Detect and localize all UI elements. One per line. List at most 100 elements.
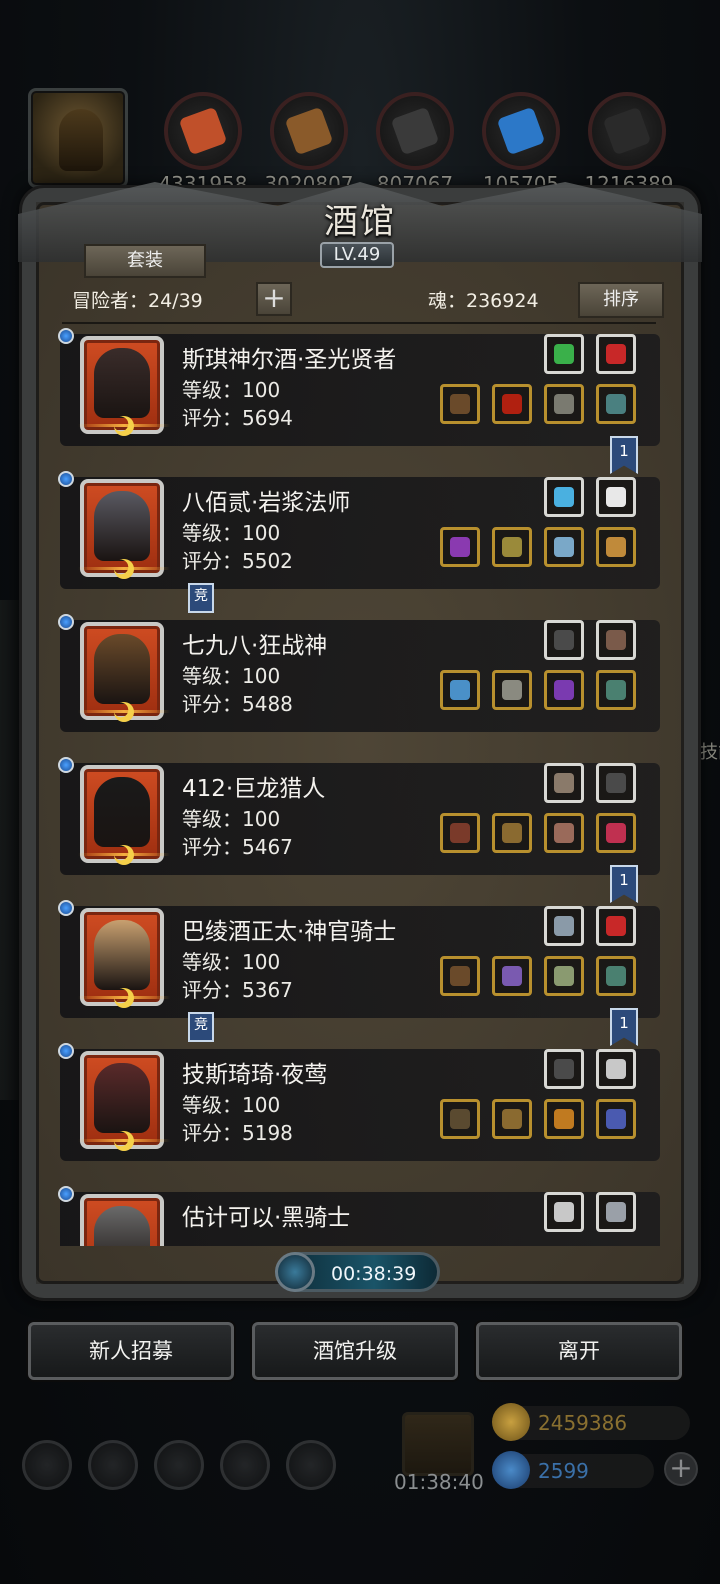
resource-crystal-icon[interactable] xyxy=(482,92,560,170)
upgrade-tavern-button[interactable]: 酒馆升级 xyxy=(252,1322,458,1380)
equipment-slot[interactable] xyxy=(596,763,636,803)
clock-icon xyxy=(275,1252,315,1292)
equipment-slot[interactable] xyxy=(440,527,480,567)
equipment-slot[interactable] xyxy=(596,477,636,517)
hero-row[interactable]: 估计可以·黑骑士 xyxy=(56,1186,666,1246)
hero-level: 等级：100 xyxy=(182,1093,281,1117)
leave-button[interactable]: 离开 xyxy=(476,1322,682,1380)
equipment-slot[interactable] xyxy=(544,334,584,374)
hero-name: 斯琪神尔酒·圣光贤者 xyxy=(182,347,397,373)
hero-row[interactable]: 412·巨龙猎人 等级：100 评分：5467 1 xyxy=(56,757,666,903)
equipment-slot[interactable] xyxy=(596,1099,636,1139)
hero-row[interactable]: 七九八·狂战神 等级：100 评分：5488 xyxy=(56,614,666,744)
equipment-slot[interactable] xyxy=(544,906,584,946)
equipment-slot[interactable] xyxy=(596,527,636,567)
equipment-slot[interactable] xyxy=(596,906,636,946)
suit-button[interactable]: 套装 xyxy=(84,244,206,278)
blue-crystal-icon xyxy=(496,106,546,156)
hero-row[interactable]: 技斯琦琦·夜莺 等级：100 评分：5198 xyxy=(56,1043,666,1173)
equipment-slot[interactable] xyxy=(440,1099,480,1139)
hero-avatar[interactable] xyxy=(78,1051,170,1151)
equipment-slot[interactable] xyxy=(544,527,584,567)
star-menu-icon[interactable] xyxy=(88,1440,138,1490)
equipment-slot[interactable] xyxy=(492,813,532,853)
gem-value: 2599 xyxy=(538,1459,589,1483)
equipment-slot[interactable] xyxy=(596,620,636,660)
player-portrait[interactable] xyxy=(28,88,128,188)
resource-iron-icon[interactable] xyxy=(376,92,454,170)
settings-gear-icon[interactable] xyxy=(22,1440,72,1490)
gear-item-icon xyxy=(606,823,626,843)
gear-item-icon xyxy=(450,966,470,986)
resource-hood-icon[interactable] xyxy=(164,92,242,170)
crescent-moon-icon xyxy=(114,1131,134,1151)
resource-ingot-icon[interactable] xyxy=(588,92,666,170)
equipment-slot[interactable] xyxy=(492,956,532,996)
book-icon[interactable] xyxy=(220,1440,270,1490)
gold-counter: 2459386 xyxy=(492,1403,690,1441)
add-currency-button[interactable]: + xyxy=(664,1452,698,1486)
gear-item-icon xyxy=(606,1202,626,1222)
hero-row[interactable]: 巴绫酒正太·神官骑士 等级：100 评分：5367 1 竞 xyxy=(56,900,666,1046)
equipment-slot[interactable] xyxy=(492,384,532,424)
equipment-slot[interactable] xyxy=(596,670,636,710)
equipment-slot[interactable] xyxy=(596,1049,636,1089)
gear-item-icon xyxy=(450,394,470,414)
gear-item-icon xyxy=(502,823,522,843)
hero-row[interactable]: 斯琪神尔酒·圣光贤者 等级：100 评分：5694 1 xyxy=(56,328,666,474)
hero-avatar[interactable] xyxy=(78,765,170,865)
add-slot-button[interactable]: + xyxy=(256,282,292,316)
resource-wood-icon[interactable] xyxy=(270,92,348,170)
cube-icon[interactable] xyxy=(286,1440,336,1490)
equipment-slot[interactable] xyxy=(492,527,532,567)
hero-portrait-icon xyxy=(94,348,150,418)
side-hint-text: 技能 xyxy=(700,742,720,763)
gear-item-icon xyxy=(450,1109,470,1129)
recruit-button[interactable]: 新人招募 xyxy=(28,1322,234,1380)
hero-avatar[interactable] xyxy=(78,622,170,722)
equipment-slot[interactable] xyxy=(544,763,584,803)
equipment-slot[interactable] xyxy=(544,670,584,710)
equipment-slot[interactable] xyxy=(440,956,480,996)
equipment-slot[interactable] xyxy=(440,670,480,710)
equipment-slot[interactable] xyxy=(544,813,584,853)
equipment-slot[interactable] xyxy=(596,956,636,996)
arena-tag: 竞 xyxy=(188,583,214,613)
equipment-slot[interactable] xyxy=(596,1192,636,1232)
gold-coin-icon xyxy=(492,1403,530,1441)
crescent-moon-icon xyxy=(114,702,134,722)
status-dot-icon xyxy=(58,328,74,344)
equipment-slot[interactable] xyxy=(544,956,584,996)
hero-name: 七九八·狂战神 xyxy=(182,633,328,659)
equipment-slot[interactable] xyxy=(596,384,636,424)
equipment-slot[interactable] xyxy=(544,1192,584,1232)
crescent-moon-icon xyxy=(114,559,134,579)
gear-item-icon xyxy=(606,1109,626,1129)
hero-row[interactable]: 八佰贰·岩浆法师 等级：100 评分：5502 竞 xyxy=(56,471,666,613)
equipment-slot[interactable] xyxy=(596,813,636,853)
equipment-slot[interactable] xyxy=(596,334,636,374)
gear-item-icon xyxy=(502,1109,522,1129)
equipment-slot[interactable] xyxy=(544,384,584,424)
equipment-slot[interactable] xyxy=(492,1099,532,1139)
gift-box-icon[interactable] xyxy=(402,1412,474,1476)
hero-avatar[interactable] xyxy=(78,908,170,1008)
gear-item-icon xyxy=(554,1059,574,1079)
sort-button[interactable]: 排序 xyxy=(578,282,664,318)
equipment-slot[interactable] xyxy=(440,384,480,424)
equipment-slot[interactable] xyxy=(544,477,584,517)
gear-item-icon xyxy=(554,680,574,700)
hero-avatar[interactable] xyxy=(80,1194,164,1246)
equipment-slot[interactable] xyxy=(492,670,532,710)
equipment-slot[interactable] xyxy=(544,1049,584,1089)
hero-avatar[interactable] xyxy=(78,479,170,579)
hero-list[interactable]: 斯琪神尔酒·圣光贤者 等级：100 评分：5694 1 八佰贰·岩浆法师 等级：100 评分… xyxy=(56,328,666,1246)
equipment-slot[interactable] xyxy=(544,1099,584,1139)
map-icon[interactable] xyxy=(154,1440,204,1490)
refresh-timer: 00:38:39 xyxy=(275,1252,440,1292)
hero-avatar[interactable] xyxy=(78,336,170,436)
hero-portrait-icon xyxy=(94,920,150,990)
equipment-slot[interactable] xyxy=(440,813,480,853)
hero-score: 评分：5367 xyxy=(182,978,293,1002)
equipment-slot[interactable] xyxy=(544,620,584,660)
